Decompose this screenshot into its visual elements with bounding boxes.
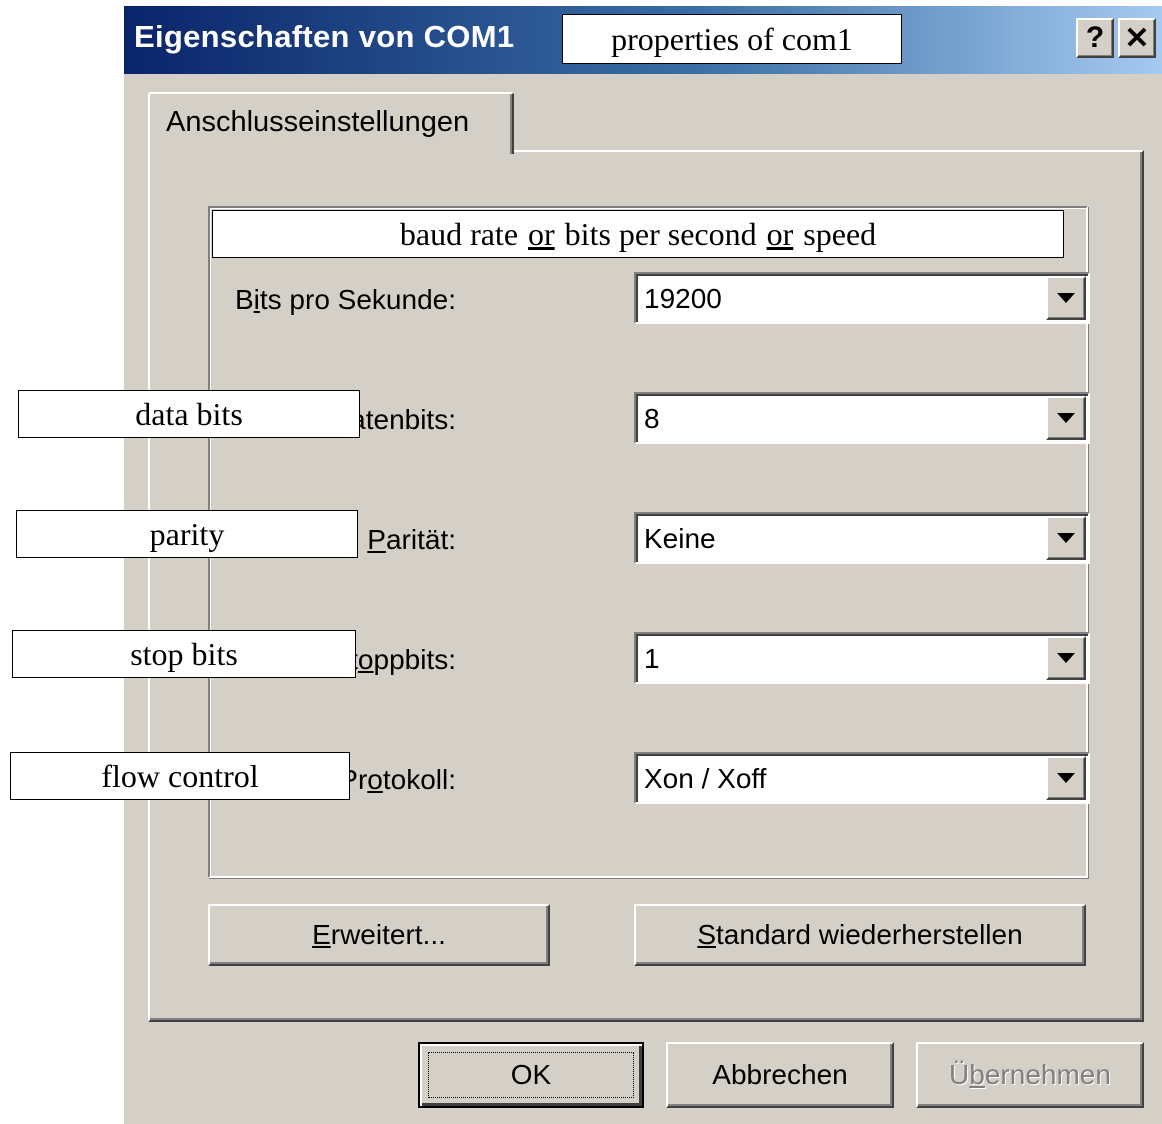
dialog-title: Eigenschaften von COM1 [134,19,515,54]
close-button[interactable]: ✕ [1118,18,1156,58]
chevron-down-icon[interactable] [1046,756,1086,800]
bits-per-second-value: 19200 [644,283,722,314]
tab-port-settings[interactable]: Anschlusseinstellungen [148,92,514,154]
apply-button[interactable]: Üb ernehmen [916,1042,1144,1108]
chevron-down-icon[interactable] [1046,516,1086,560]
focus-rectangle [428,1052,634,1098]
annotation-parity: parity [16,510,358,558]
restore-defaults-button[interactable]: Standard wiederherstellen [634,904,1086,966]
chevron-down-icon[interactable] [1046,396,1086,440]
help-button[interactable]: ? [1076,18,1114,58]
chevron-down-icon[interactable] [1046,636,1086,680]
annotation-data-bits: data bits [18,390,360,438]
parity-value: Keine [644,523,716,554]
parity-select[interactable]: Keine [634,512,1090,564]
data-bits-value: 8 [644,403,660,434]
properties-dialog: Eigenschaften von COM1 ? ✕ Anschlusseins… [122,6,1162,1124]
annotation-stop-bits: stop bits [12,630,356,678]
data-bits-select[interactable]: 8 [634,392,1090,444]
stop-bits-select[interactable]: 1 [634,632,1090,684]
ok-button[interactable]: OK [418,1042,644,1108]
stop-bits-value: 1 [644,643,660,674]
annotation-title: properties of com1 [562,14,902,64]
parity-label: Parität: [367,524,456,555]
annotation-baud-rate: baud rate or bits per second or speed [212,210,1064,258]
tab-label: Anschlusseinstellungen [166,106,470,138]
bits-per-second-label: Bits pro Sekunde: [234,284,456,315]
protocol-label: Protokoll: [339,764,456,795]
advanced-button[interactable]: Erweitert... [208,904,550,966]
protocol-select[interactable]: Xon / Xoff [634,752,1090,804]
bits-per-second-select[interactable]: 19200 [634,272,1090,324]
chevron-down-icon[interactable] [1046,276,1086,320]
annotation-flow-control: flow control [10,752,350,800]
protocol-value: Xon / Xoff [644,763,767,794]
cancel-button[interactable]: Abbrechen [666,1042,894,1108]
